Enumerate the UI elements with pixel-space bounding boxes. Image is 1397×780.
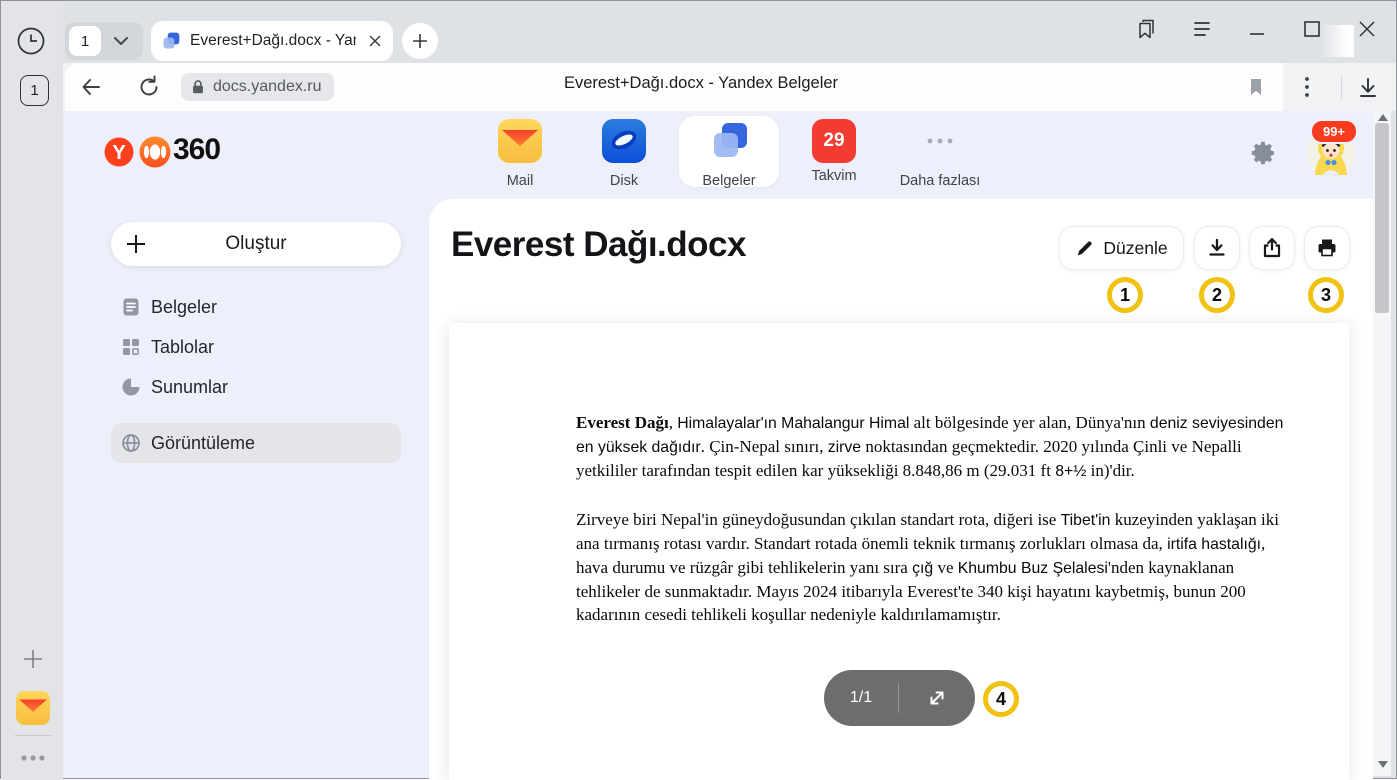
print-button[interactable] — [1304, 226, 1350, 270]
paragraph: Everest Dağı, Himalayalar'ın Mahalangur … — [576, 411, 1300, 483]
fullscreen-icon[interactable] — [899, 687, 975, 709]
sidebar-item-sunumlar[interactable]: Sunumlar — [111, 367, 401, 407]
downloads-icon[interactable] — [1355, 75, 1381, 101]
download-button[interactable] — [1194, 226, 1240, 270]
page-count: 1/1 — [824, 689, 898, 707]
document-body: Everest Dağı, Himalayalar'ın Mahalangur … — [576, 411, 1300, 651]
belgeler-app-icon — [707, 119, 751, 163]
bookmark-flag-icon[interactable] — [1244, 75, 1268, 99]
tab-close-icon[interactable] — [367, 33, 383, 49]
annotation-3: 3 — [1308, 277, 1344, 313]
scrollbar-thumb[interactable] — [1375, 123, 1389, 313]
docs-cube-icon — [161, 31, 181, 51]
nav-label: Daha fazlası — [885, 173, 995, 189]
sidebar-item-label: Tablolar — [151, 337, 214, 358]
browser-window: 1 1 Everest+Dağı.docx - Yan — [0, 0, 1397, 779]
create-label: Oluştur — [111, 233, 401, 255]
scroll-down-arrow[interactable] — [1378, 761, 1388, 768]
lock-icon — [189, 78, 207, 96]
history-clock-icon[interactable] — [15, 25, 47, 57]
takvim-app-icon: 29 — [812, 119, 856, 163]
tab-group-control[interactable]: 1 — [65, 22, 143, 60]
more-horizontal-icon — [923, 119, 957, 163]
annotation-4: 4 — [983, 681, 1019, 717]
pencil-icon — [1075, 239, 1094, 258]
nav-item-disk[interactable]: Disk — [576, 119, 672, 189]
nav-label: Mail — [472, 173, 568, 189]
nav-label: Disk — [576, 173, 672, 189]
page-title: Everest+Dağı.docx - Yandex Belgeler — [441, 74, 961, 93]
tab-group-count[interactable]: 1 — [69, 26, 101, 56]
sidebar-item-label: Belgeler — [151, 297, 217, 318]
tab-title: Everest+Dağı.docx - Yan — [190, 32, 356, 50]
back-arrow-icon[interactable] — [79, 75, 103, 99]
tables-icon — [121, 337, 141, 357]
minimize-icon[interactable] — [1243, 15, 1271, 43]
share-button[interactable] — [1249, 226, 1295, 270]
sidebar-item-goruntuleme[interactable]: Görüntüleme — [111, 423, 401, 463]
create-button[interactable]: Oluştur — [111, 222, 401, 266]
paragraph: Zirveye biri Nepal'in güneydoğusundan çı… — [576, 508, 1300, 626]
active-tab[interactable]: Everest+Dağı.docx - Yan — [151, 21, 393, 61]
presentations-icon — [121, 377, 141, 397]
nav-item-mail[interactable]: Mail — [472, 119, 568, 189]
sidebar-item-belgeler[interactable]: Belgeler — [111, 287, 401, 327]
nav-item-belgeler[interactable]: Belgeler — [681, 119, 777, 189]
annotation-2: 2 — [1199, 277, 1235, 313]
nav-label: Takvim — [786, 168, 882, 184]
strip-more-icon[interactable] — [19, 753, 47, 763]
scroll-up-arrow[interactable] — [1378, 114, 1388, 121]
panel-add-icon[interactable] — [21, 647, 45, 671]
gear-icon[interactable] — [1249, 139, 1277, 167]
strip-divider — [15, 735, 51, 736]
nav-item-takvim[interactable]: 29 Takvim — [786, 119, 882, 184]
nav-item-more[interactable]: Daha fazlası — [885, 119, 995, 189]
disk-app-icon — [602, 119, 646, 163]
addr-divider — [1341, 75, 1342, 99]
document-title: Everest Dağı.docx — [451, 225, 746, 265]
more-vertical-icon[interactable] — [1297, 74, 1317, 100]
svg-text:Y: Y — [112, 142, 126, 164]
menu-icon[interactable] — [1188, 15, 1216, 43]
mail-app-icon — [498, 119, 542, 163]
sidebar-item-label: Görüntüleme — [151, 433, 255, 454]
annotation-1: 1 — [1107, 277, 1143, 313]
document-icon — [121, 297, 141, 317]
page-indicator-pill[interactable]: 1/1 — [824, 670, 975, 726]
bookmarks-stack-icon[interactable] — [1133, 15, 1161, 43]
domain-pill[interactable]: docs.yandex.ru — [181, 73, 334, 101]
window-tab-counter[interactable]: 1 — [20, 75, 49, 106]
close-icon[interactable] — [1353, 15, 1381, 43]
globe-icon — [121, 433, 141, 453]
reload-icon[interactable] — [137, 75, 161, 99]
nav-label: Belgeler — [681, 173, 777, 189]
new-tab-button[interactable] — [402, 23, 438, 59]
logo-360-text: 360 — [173, 133, 220, 167]
sidebar-item-tablolar[interactable]: Tablolar — [111, 327, 401, 367]
sidebar-item-label: Sunumlar — [151, 377, 228, 398]
chevron-down-icon[interactable] — [111, 32, 131, 50]
notification-badge: 99+ — [1310, 119, 1358, 144]
edit-button[interactable]: Düzenle — [1059, 226, 1184, 270]
yandex-mail-app-icon[interactable] — [16, 691, 50, 725]
edit-label: Düzenle — [1103, 238, 1167, 259]
domain-text: docs.yandex.ru — [213, 78, 322, 96]
yandex-360-logo[interactable]: Y — [104, 136, 172, 168]
maximize-icon[interactable] — [1298, 15, 1326, 43]
